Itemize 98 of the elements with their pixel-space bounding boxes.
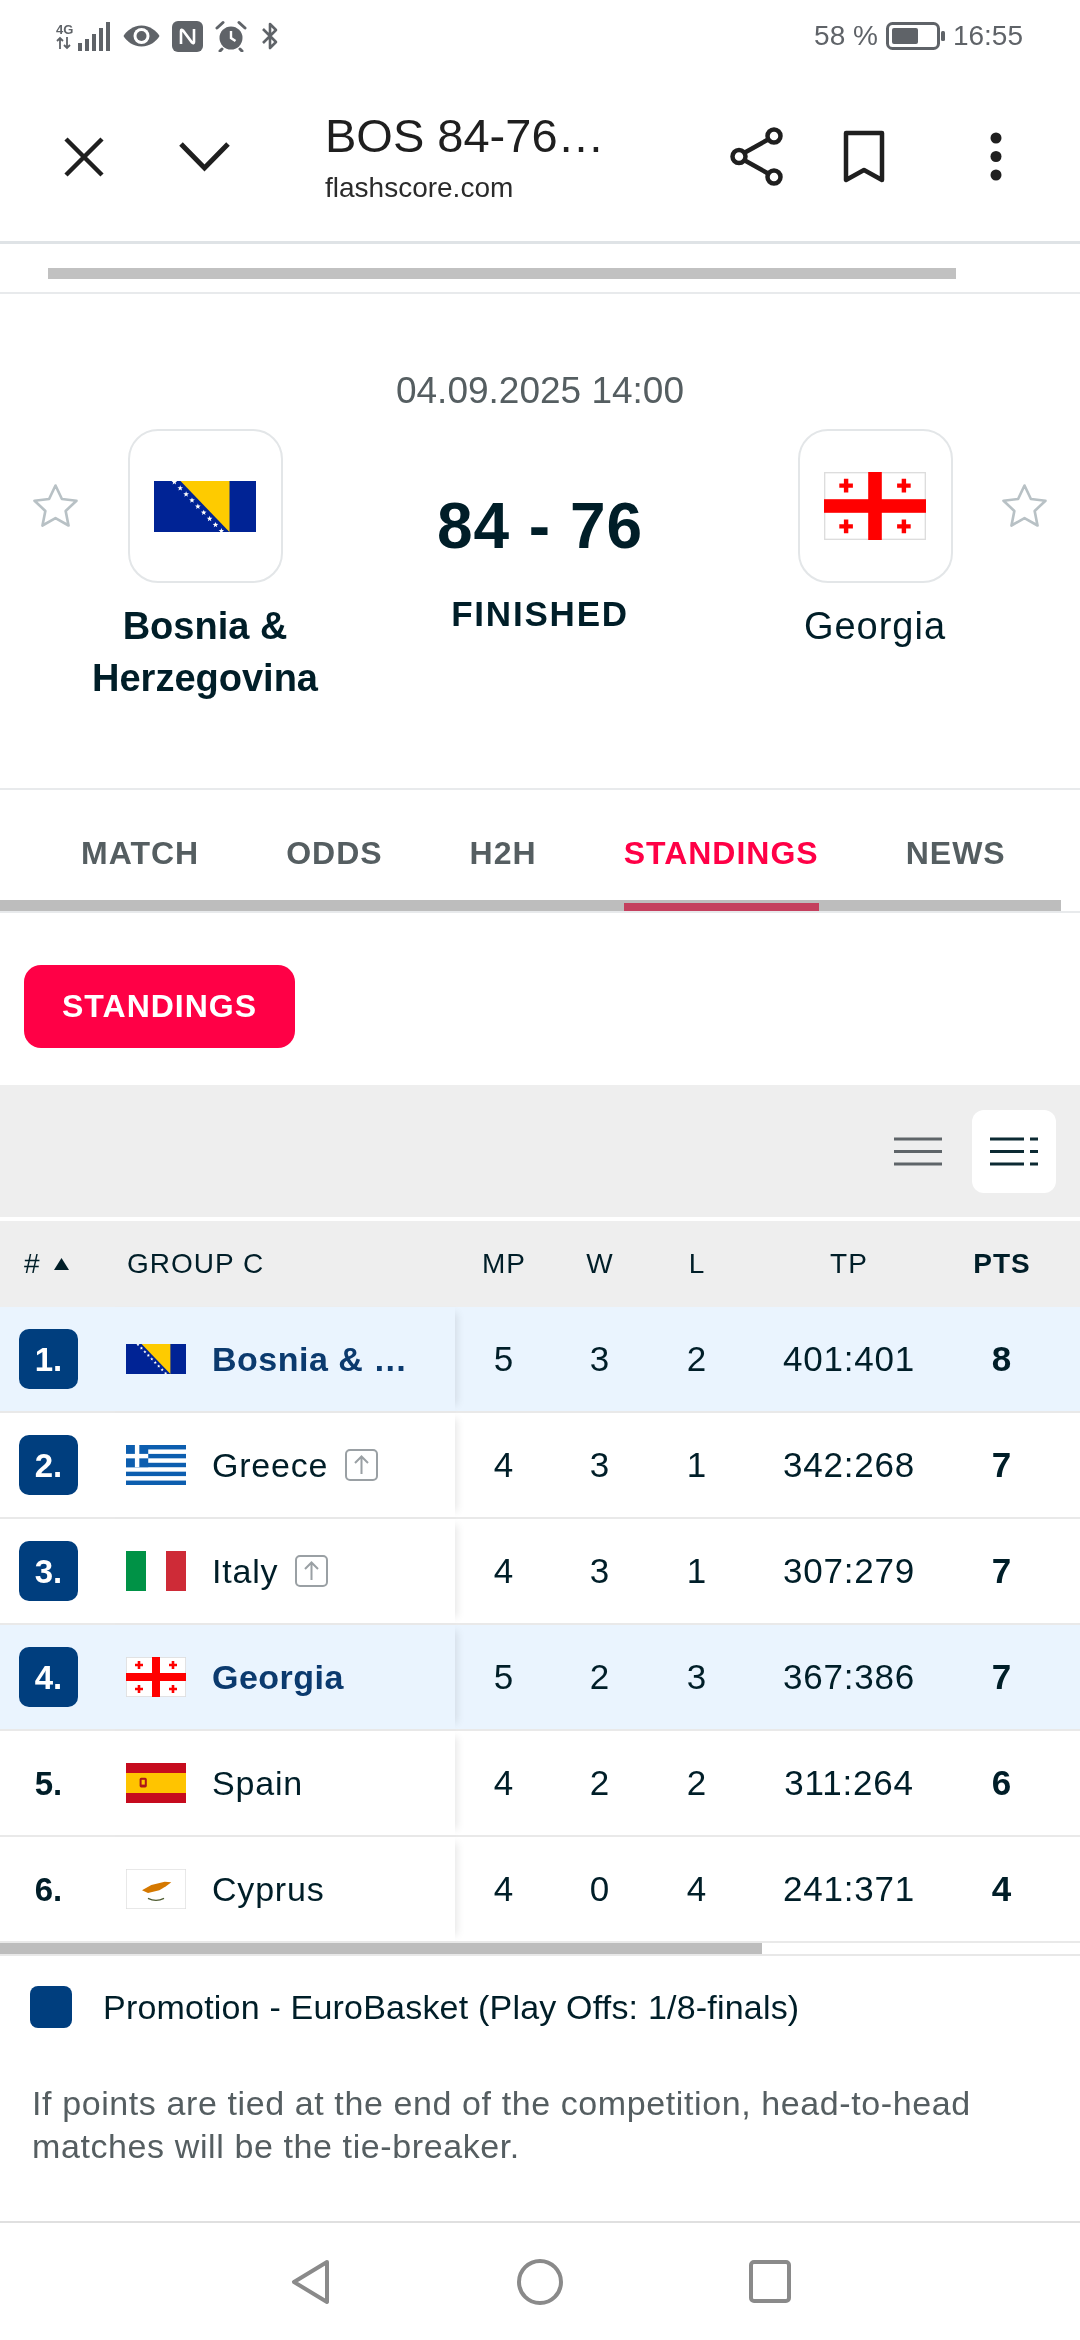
table-cell-text: 4 <box>685 1869 709 1909</box>
column-header[interactable]: W <box>586 1247 614 1281</box>
team-name[interactable]: Italy <box>212 1551 279 1591</box>
standings-tab[interactable]: STANDINGS <box>24 965 296 1048</box>
tab[interactable]: H2H <box>469 790 537 911</box>
table-cell-text: 3 <box>588 1339 612 1379</box>
legend-label: Promotion - EuroBasket (Play Offs: 1/8-finals) <box>103 1987 800 2028</box>
table-cell-text: 4 <box>492 1869 516 1909</box>
table-cell-text: 1 <box>685 1445 709 1485</box>
table-cell-text: 241:371 <box>781 1869 917 1909</box>
column-header[interactable]: GROUP C <box>127 1247 265 1281</box>
eye-icon <box>122 24 162 48</box>
team-name[interactable]: Georgia <box>212 1657 344 1697</box>
column-header[interactable]: PTS <box>973 1247 1031 1281</box>
table-cell-text: 7 <box>990 1551 1014 1591</box>
tab[interactable]: STANDINGS <box>623 790 819 911</box>
rank-number: 6. <box>33 1869 64 1910</box>
table-cell-text: 4 <box>990 1869 1014 1909</box>
table-cell-text: 2 <box>685 1763 709 1803</box>
match-score: 84 - 76 <box>436 494 644 558</box>
team-name[interactable]: Cyprus <box>212 1869 325 1909</box>
rank-badge: 3. <box>19 1541 78 1601</box>
table-cell-text: 3 <box>685 1657 709 1697</box>
table-row[interactable]: 3. Italy 4 3 1 307:279 7 <box>0 1519 1080 1625</box>
nfc-icon <box>172 20 204 52</box>
table-row[interactable]: 5. Spain 4 2 2 311:264 6 <box>0 1731 1080 1837</box>
column-header[interactable]: # <box>24 1247 41 1281</box>
flag-icon <box>126 1344 186 1374</box>
table-cell-text: 311:264 <box>783 1763 915 1803</box>
view-toggle-button[interactable] <box>972 1109 1056 1193</box>
battery-percent: 58 % <box>814 20 878 52</box>
flag-icon <box>126 1445 186 1485</box>
compact-list-icon <box>894 1136 942 1166</box>
table-cell-text: 2 <box>685 1339 709 1379</box>
team-name[interactable]: Greece <box>212 1445 329 1485</box>
table-cell-text: 2 <box>588 1763 612 1803</box>
rank-number: 5. <box>33 1763 64 1804</box>
table-cell-text: 1 <box>685 1551 709 1591</box>
table-cell-text: 8 <box>990 1339 1014 1379</box>
table-cell-text: 367:386 <box>781 1657 917 1697</box>
column-header[interactable]: L <box>688 1247 706 1281</box>
table-cell-text: 3 <box>588 1551 612 1591</box>
match-date: 04.09.2025 14:00 <box>394 369 686 413</box>
table-cell-text: 6 <box>990 1763 1014 1803</box>
page-title: BOS 84-76… <box>325 109 606 162</box>
table-row[interactable]: 1. Bosnia & … 5 3 2 401:401 8 <box>0 1307 1080 1413</box>
network-type-label: 4G <box>56 22 74 36</box>
table-cell-text: 0 <box>588 1869 612 1909</box>
table-cell-text: 3 <box>588 1445 612 1485</box>
flag-icon <box>126 1869 186 1909</box>
rank-badge: 4. <box>19 1647 78 1707</box>
table-cell-text: 5 <box>492 1657 516 1697</box>
table-row[interactable]: 6. Cyprus 4 0 4 241:371 4 <box>0 1837 1080 1943</box>
table-cell-text: 5 <box>492 1339 516 1379</box>
rank-badge: 2. <box>19 1435 78 1495</box>
rank-badge: 1. <box>19 1329 78 1389</box>
table-cell-text: 7 <box>990 1445 1014 1485</box>
flag-icon <box>126 1657 186 1697</box>
page-domain: flashscore.com <box>325 171 515 204</box>
column-header[interactable]: TP <box>830 1247 868 1281</box>
close-icon[interactable] <box>63 135 105 178</box>
chevron-down-icon[interactable] <box>178 141 231 172</box>
tie-break-note: If points are tied at the end of the competition, head-to-head matches will be the tie-breaker. <box>32 2083 972 2167</box>
detailed-list-icon <box>990 1136 1038 1166</box>
home-icon[interactable] <box>516 2258 563 2305</box>
signal-icon <box>77 21 112 51</box>
tab[interactable]: MATCH <box>81 790 200 911</box>
table-cell-text: 401:401 <box>781 1339 917 1379</box>
column-header[interactable]: MP <box>482 1247 526 1281</box>
table-row[interactable]: 4. Georgia 5 2 3 367:386 7 <box>0 1625 1080 1731</box>
back-icon[interactable] <box>289 2257 331 2306</box>
sort-icon[interactable] <box>53 1258 69 1270</box>
battery-icon <box>885 22 945 50</box>
data-arrows-icon <box>56 35 72 50</box>
tab[interactable]: NEWS <box>905 790 1006 911</box>
table-cell-text: 7 <box>990 1657 1014 1697</box>
table-row[interactable]: 2. Greece 4 3 1 342:268 7 <box>0 1413 1080 1519</box>
flag-icon <box>126 1763 186 1803</box>
match-status: FINISHED <box>451 594 629 634</box>
table-cell-text: 4 <box>492 1445 516 1485</box>
table-cell-text: 4 <box>492 1763 516 1803</box>
team-name[interactable]: Spain <box>212 1763 303 1803</box>
tab[interactable]: ODDS <box>286 790 383 911</box>
share-icon[interactable] <box>729 127 784 186</box>
more-icon[interactable] <box>990 132 1002 181</box>
flag-icon <box>126 1551 186 1591</box>
table-cell-text: 342:268 <box>781 1445 917 1485</box>
team-name[interactable]: Bosnia & … <box>212 1339 408 1379</box>
bookmark-icon[interactable] <box>843 130 885 183</box>
alarm-icon <box>214 20 249 52</box>
team-name[interactable]: Bosnia & Herzegovina <box>83 600 327 704</box>
table-cell-text: 2 <box>588 1657 612 1697</box>
flag-icon[interactable] <box>127 429 283 583</box>
table-cell-text: 4 <box>492 1551 516 1591</box>
recent-apps-icon[interactable] <box>748 2260 791 2303</box>
clock-time: 16:55 <box>952 20 1023 52</box>
team-name[interactable]: Georgia <box>803 600 947 652</box>
table-cell-text: 307:279 <box>781 1551 917 1591</box>
